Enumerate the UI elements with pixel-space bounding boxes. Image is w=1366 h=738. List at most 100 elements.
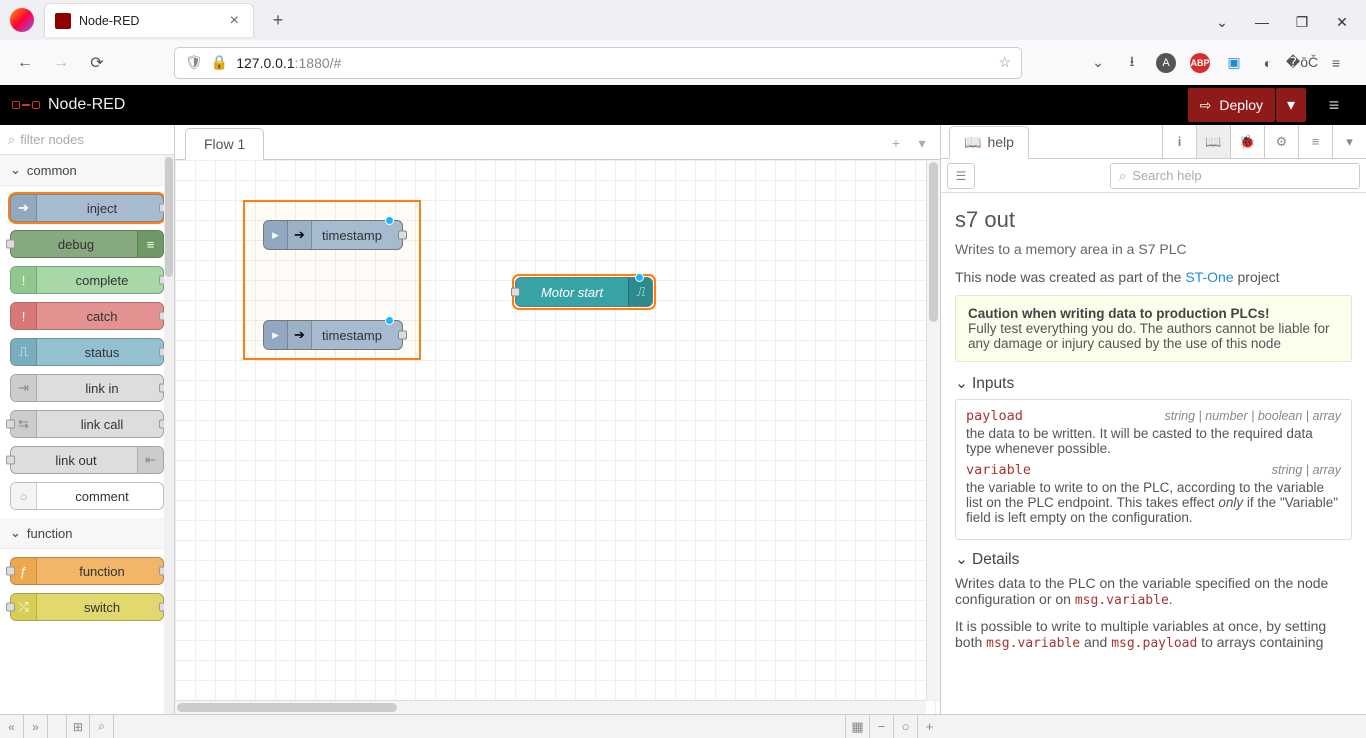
palette-node-status[interactable]: ⎍status xyxy=(10,338,164,366)
palette-category-common[interactable]: ⌄ common xyxy=(0,155,174,186)
app-menu-icon[interactable]: ≡ xyxy=(1322,49,1350,77)
account-icon[interactable]: A xyxy=(1152,49,1180,77)
sidebar-config-button[interactable]: ⚙ xyxy=(1264,125,1298,158)
node-label: catch xyxy=(41,309,163,324)
view-reset-button[interactable]: ▦ xyxy=(845,715,869,738)
node-label: link in xyxy=(41,381,163,396)
lock-icon: 🔒 xyxy=(211,54,228,71)
navigator-button[interactable]: ⊞ xyxy=(66,715,90,738)
maximize-icon[interactable]: ❐ xyxy=(1284,8,1320,36)
url-bar[interactable]: 🛡 🔒 127.0.0.1:1880/# ☆ xyxy=(174,47,1022,79)
node-label: function xyxy=(41,564,163,579)
input-port[interactable] xyxy=(511,288,520,297)
minimize-icon[interactable]: — xyxy=(1244,8,1280,36)
node-icon: ! xyxy=(11,267,37,293)
sidebar-tab-help[interactable]: 📖 help xyxy=(949,126,1029,159)
s7-icon: ⎍ xyxy=(628,278,652,306)
flow-canvas[interactable]: ▸ ➔ timestamp ▸ ➔ timestamp xyxy=(175,160,940,714)
extensions-icon[interactable]: �ōČ xyxy=(1288,49,1316,77)
sidebar-debug-button[interactable]: 🐞 xyxy=(1230,125,1264,158)
browser-tab[interactable]: Node-RED × xyxy=(44,3,254,37)
palette-node-debug[interactable]: debug≡ xyxy=(10,230,164,258)
zoom-in-button[interactable]: + xyxy=(917,715,941,738)
st-one-link[interactable]: ST-One xyxy=(1185,269,1233,285)
sidebar-context-button[interactable]: ≡ xyxy=(1298,125,1332,158)
output-port[interactable] xyxy=(398,231,407,240)
details-section-header[interactable]: ⌄Details xyxy=(955,550,1352,569)
sidebar-info-button[interactable]: i xyxy=(1162,125,1196,158)
palette-node-link-in[interactable]: ⇥link in xyxy=(10,374,164,402)
inputs-section-header[interactable]: ⌄Inputs xyxy=(955,374,1352,393)
node-icon: ➔ xyxy=(11,195,37,221)
function-nodes-list: ƒfunction ⤭switch xyxy=(0,549,174,629)
caution-box: Caution when writing data to production … xyxy=(955,295,1352,362)
palette-node-function[interactable]: ƒfunction xyxy=(10,557,164,585)
deploy-button[interactable]: ⇨ Deploy xyxy=(1188,88,1275,122)
node-icon: ! xyxy=(11,303,37,329)
palette-expand-button[interactable]: » xyxy=(24,715,48,738)
prop-name-payload: payload xyxy=(966,408,1023,424)
canvas-scrollbar-v[interactable] xyxy=(926,160,940,700)
palette-node-switch[interactable]: ⤭switch xyxy=(10,593,164,621)
palette-node-catch[interactable]: ! catch xyxy=(10,302,164,330)
flow-tab[interactable]: Flow 1 xyxy=(185,128,264,160)
book-icon: 📖 xyxy=(964,134,981,151)
bookmark-star-icon[interactable]: ☆ xyxy=(998,54,1011,71)
port-left xyxy=(6,420,15,429)
palette-node-link-out[interactable]: link out⇤ xyxy=(10,446,164,474)
app-logo: Node-RED xyxy=(12,96,125,114)
changed-indicator xyxy=(385,216,394,225)
add-flow-button[interactable]: + xyxy=(884,131,908,155)
flow-node-s7out[interactable]: Motor start ⎍ xyxy=(515,277,653,307)
caution-title: Caution when writing data to production … xyxy=(968,306,1269,321)
palette-category-function[interactable]: ⌄ function xyxy=(0,518,174,549)
palette-filter-input[interactable]: ⌕ filter nodes xyxy=(0,125,174,155)
window-controls: ⌄ — ❐ ✕ xyxy=(1204,8,1360,36)
palette-node-inject[interactable]: ➔inject xyxy=(10,194,164,222)
url-toolbar: ← → ⟳ 🛡 🔒 127.0.0.1:1880/# ☆ ⌄ ⭳ A ABP ▣… xyxy=(0,40,1366,85)
pocket-icon[interactable]: ⌄ xyxy=(1084,49,1112,77)
flow-node-inject[interactable]: ▸ ➔ timestamp xyxy=(263,220,403,250)
sidebar-menu-button[interactable]: ▾ xyxy=(1332,125,1366,158)
ext2-icon[interactable]: ◐ xyxy=(1254,49,1282,77)
abp-icon[interactable]: ABP xyxy=(1186,49,1214,77)
main-menu-button[interactable]: ≡ xyxy=(1314,88,1354,122)
zoom-out-button[interactable]: − xyxy=(869,715,893,738)
nodered-logo-icon xyxy=(12,101,40,109)
help-search-input[interactable]: ⌕ Search help xyxy=(1110,163,1360,189)
dropdown-icon[interactable]: ⌄ xyxy=(1204,8,1240,36)
new-tab-button[interactable]: + xyxy=(264,6,292,34)
reload-button[interactable]: ⟳ xyxy=(82,48,112,78)
caution-body: Fully test everything you do. The author… xyxy=(968,321,1329,351)
palette-scroll[interactable]: ⌄ common ➔inject debug≡! complete! catch ⎍st… xyxy=(0,155,174,714)
close-window-icon[interactable]: ✕ xyxy=(1324,8,1360,36)
common-nodes-list: ➔inject debug≡! complete! catch ⎍status ⇥link… xyxy=(0,186,174,518)
flow-menu-button[interactable]: ▾ xyxy=(910,131,934,155)
palette-node-comment[interactable]: ○comment xyxy=(10,482,164,510)
back-button[interactable]: ← xyxy=(10,48,40,78)
download-icon[interactable]: ⭳ xyxy=(1118,49,1146,77)
output-port[interactable] xyxy=(398,331,407,340)
node-label: complete xyxy=(41,273,163,288)
search-flows-button[interactable]: ⌕ xyxy=(90,715,114,738)
toc-button[interactable]: ☰ xyxy=(947,163,975,189)
palette-collapse-button[interactable]: « xyxy=(0,715,24,738)
canvas-scrollbar-h[interactable] xyxy=(175,700,926,714)
palette-scrollbar[interactable] xyxy=(164,155,174,714)
inject-trigger-button[interactable]: ▸ xyxy=(264,321,288,349)
node-label: comment xyxy=(41,489,163,504)
node-icon: ≡ xyxy=(137,231,163,257)
filter-placeholder: filter nodes xyxy=(20,132,84,147)
canvas-wrap: ▸ ➔ timestamp ▸ ➔ timestamp xyxy=(175,160,940,714)
flow-node-inject[interactable]: ▸ ➔ timestamp xyxy=(263,320,403,350)
palette-node-complete[interactable]: ! complete xyxy=(10,266,164,294)
deploy-menu-button[interactable]: ▾ xyxy=(1276,88,1306,122)
zoom-reset-button[interactable]: ○ xyxy=(893,715,917,738)
inject-trigger-button[interactable]: ▸ xyxy=(264,221,288,249)
node-label: switch xyxy=(41,600,163,615)
ext1-icon[interactable]: ▣ xyxy=(1220,49,1248,77)
sidebar-help-button[interactable]: 📖 xyxy=(1196,125,1230,158)
palette-node-link-call[interactable]: ⇆link call xyxy=(10,410,164,438)
palette-panel: ⌕ filter nodes ⌄ common ➔inject debug≡! co… xyxy=(0,125,175,714)
close-tab-icon[interactable]: × xyxy=(226,12,243,30)
